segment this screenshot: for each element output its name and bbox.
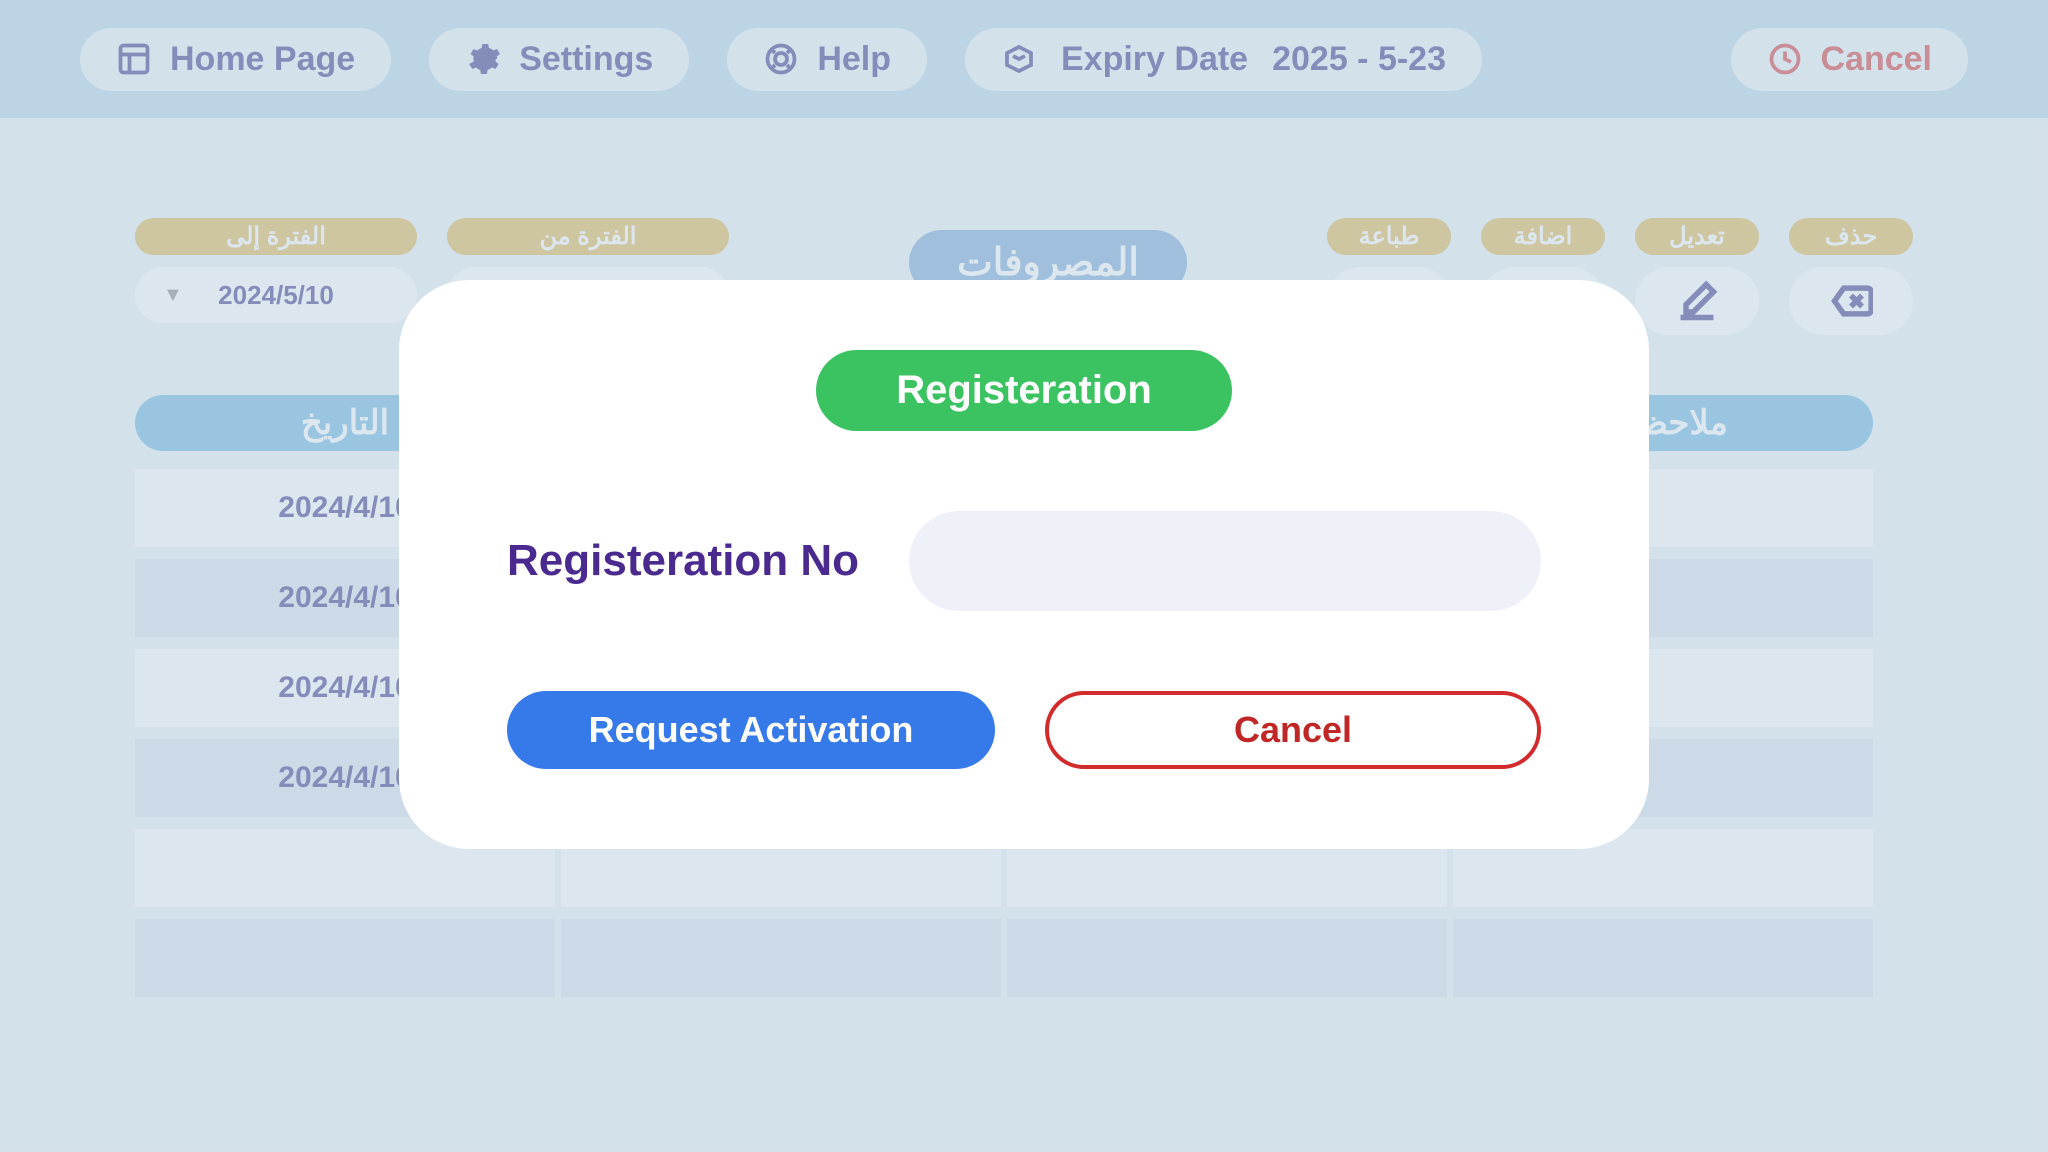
registration-no-input[interactable] [909,511,1541,611]
modal-overlay: Registeration Registeration No Request A… [0,0,2048,1152]
modal-cancel-button[interactable]: Cancel [1045,691,1541,769]
request-activation-button[interactable]: Request Activation [507,691,995,769]
registration-no-label: Registeration No [507,536,859,586]
registration-modal: Registeration Registeration No Request A… [399,280,1649,849]
registration-no-row: Registeration No [489,511,1559,611]
modal-cancel-label: Cancel [1234,709,1352,751]
request-activation-label: Request Activation [589,709,914,751]
modal-title: Registeration [816,350,1232,431]
modal-actions: Request Activation Cancel [489,691,1559,769]
